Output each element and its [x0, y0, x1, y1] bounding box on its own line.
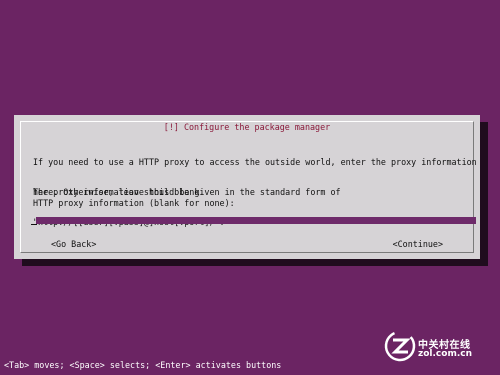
text-cursor	[31, 224, 37, 225]
dialog-title: [!] Configure the package manager	[160, 122, 334, 132]
continue-button[interactable]: <Continue>	[393, 239, 443, 249]
zol-logo-icon	[384, 330, 416, 362]
proxy-input[interactable]	[36, 217, 476, 224]
dialog-title-bar: [!] Configure the package manager	[21, 122, 473, 133]
go-back-button[interactable]: <Go Back>	[51, 239, 96, 249]
explanation-line-1: If you need to use a HTTP proxy to acces…	[33, 157, 477, 167]
configure-package-manager-dialog: [!] Configure the package manager If you…	[14, 115, 480, 259]
proxy-field-label: HTTP proxy information (blank for none):	[33, 198, 235, 208]
keyboard-help-statusbar: <Tab> moves; <Space> selects; <Enter> ac…	[4, 360, 282, 370]
watermark-brand-en: zol.com.cn	[418, 349, 472, 359]
dialog-frame: [!] Configure the package manager If you…	[20, 121, 477, 253]
format-line-1: The proxy information should be given in…	[33, 187, 341, 197]
zol-watermark: 中关村在线 zol.com.cn	[384, 330, 494, 366]
